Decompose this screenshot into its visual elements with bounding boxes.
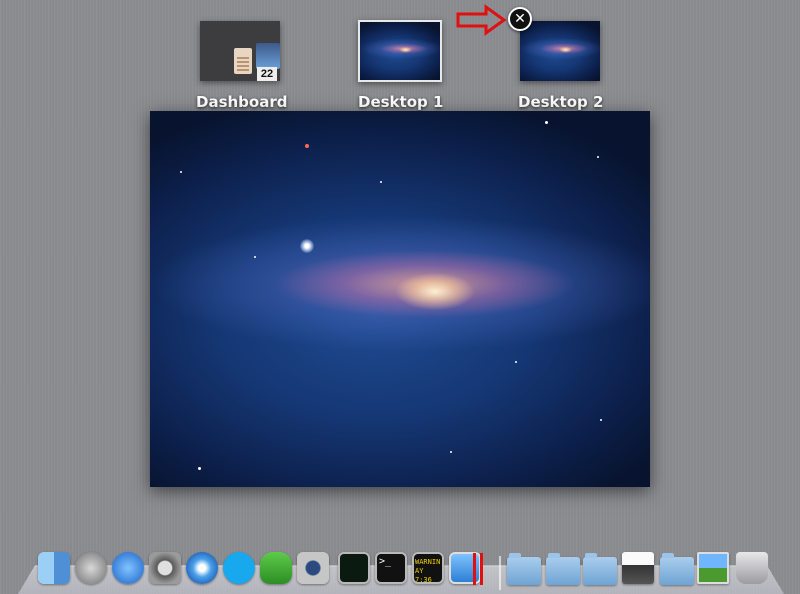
dock-documents-folder-icon[interactable] (546, 553, 580, 585)
terminal-prompt: >_ (379, 556, 392, 567)
red-arrow-annotation-icon (456, 4, 507, 36)
dock-safari-icon[interactable] (186, 552, 218, 584)
space-label-desktop-2: Desktop 2 (518, 93, 604, 111)
dock-trash-icon[interactable] (736, 552, 768, 584)
dock-printer-icon[interactable] (622, 552, 654, 584)
star (545, 121, 548, 124)
red-star (305, 144, 309, 148)
space-label-desktop-1: Desktop 1 (358, 93, 444, 111)
dock-skype-icon[interactable] (223, 552, 255, 584)
dock-terminal-icon[interactable]: >_ (375, 552, 407, 584)
dock-applications-folder-icon[interactable] (507, 553, 541, 585)
bright-star (300, 239, 314, 253)
star (198, 467, 201, 470)
dock-launchpad-icon[interactable] (75, 552, 107, 584)
dock-system-preferences-icon[interactable] (149, 552, 181, 584)
star (597, 156, 599, 158)
dock-app-store-icon[interactable] (112, 552, 144, 584)
dock-photos-icon[interactable] (697, 552, 729, 584)
calendar-widget: 22 (257, 67, 277, 81)
calculator-widget-icon (234, 48, 252, 74)
dock-separator (499, 556, 501, 590)
red-marker-line (480, 553, 483, 585)
weather-widget-icon (256, 43, 280, 69)
dock-downloads-folder-icon[interactable] (583, 553, 617, 585)
dock-activity-monitor-icon[interactable] (338, 552, 370, 584)
star (254, 256, 256, 258)
desktop-2-thumbnail[interactable] (520, 21, 600, 81)
close-space-button[interactable]: ✕ (508, 7, 532, 31)
dock-facetime-icon[interactable] (297, 552, 329, 584)
dock-console-icon[interactable]: WARNIN AY 7:36 (412, 552, 444, 584)
star (515, 361, 517, 363)
space-label-dashboard: Dashboard (196, 93, 288, 111)
star (450, 451, 452, 453)
dock-finder-icon[interactable] (38, 552, 70, 584)
star (380, 181, 382, 183)
dock-preview-icon[interactable] (449, 552, 481, 584)
console-time-text: AY 7:36 (415, 567, 432, 584)
dock-adium-icon[interactable] (260, 552, 292, 584)
console-warning-text: WARNIN (415, 558, 441, 566)
star (600, 419, 602, 421)
star (180, 171, 182, 173)
desktop-1-thumbnail[interactable] (358, 20, 442, 82)
dashboard-thumbnail[interactable]: 22 (200, 21, 280, 81)
red-marker-line (473, 553, 476, 585)
desktop-preview[interactable] (150, 111, 650, 487)
dock-folder-icon[interactable] (660, 553, 694, 585)
